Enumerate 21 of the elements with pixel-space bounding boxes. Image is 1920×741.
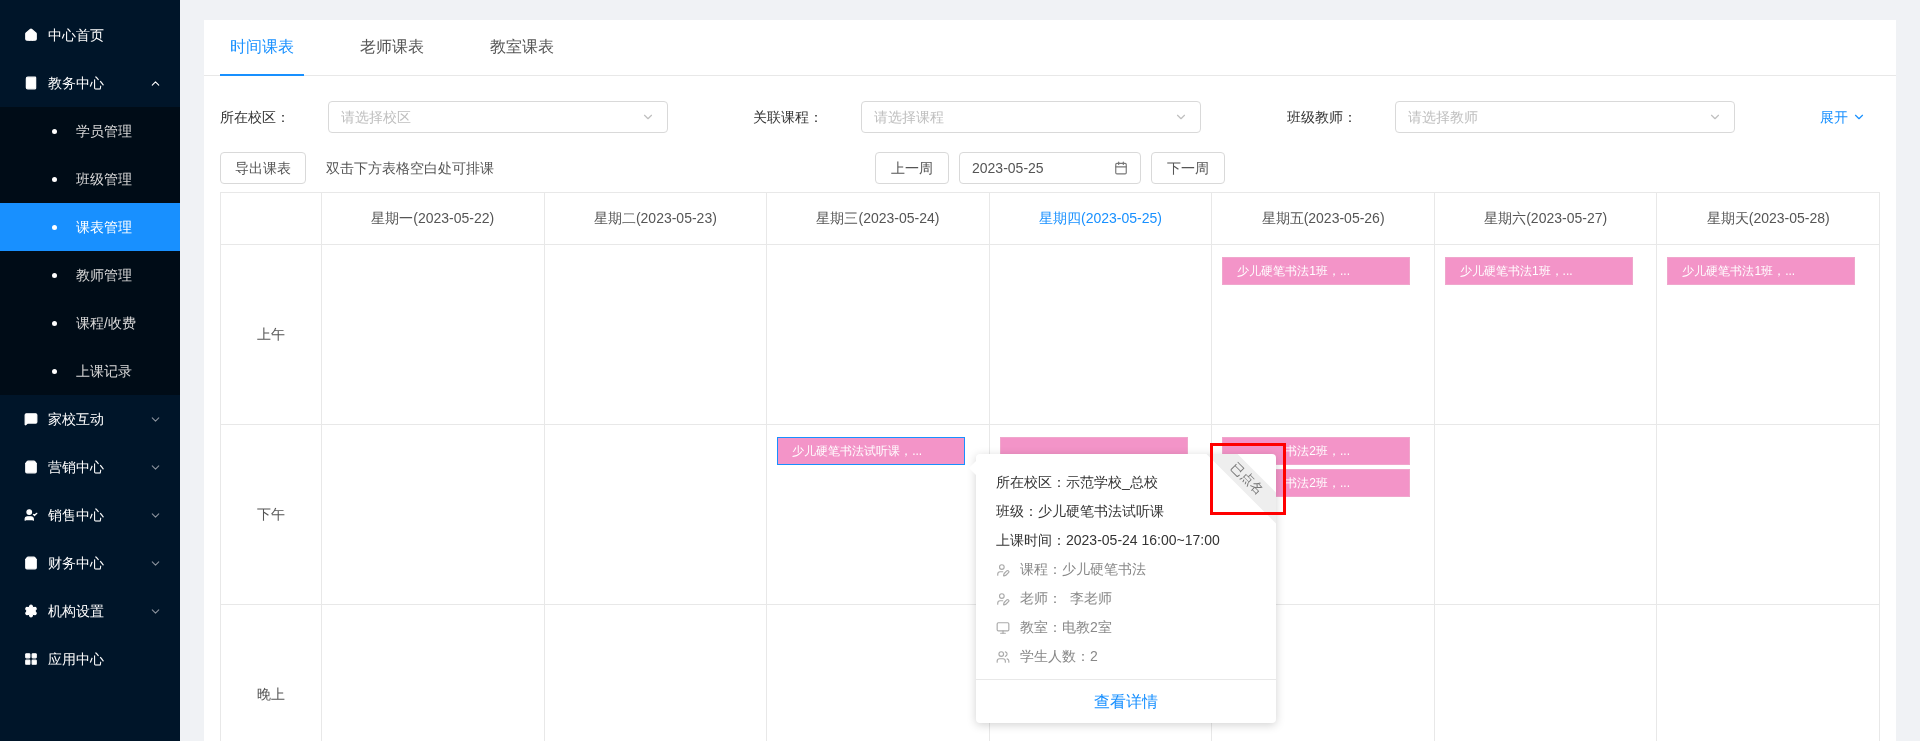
popover-text: 教室：电教2室	[1020, 618, 1112, 637]
popover-text: 老师： 李老师	[1020, 589, 1112, 608]
day-header: 星期二(2023-05-23)	[544, 193, 768, 245]
period-label: 上午	[221, 245, 322, 425]
hint-text: 双击下方表格空白处可排课	[326, 158, 494, 178]
day-header: 星期天(2023-05-28)	[1657, 193, 1881, 245]
popover-text: 所在校区：示范学校_总校	[996, 473, 1158, 492]
popover-text: 班级：少儿硬笔书法试听课	[996, 502, 1164, 521]
filter-label: 班级教师：	[1286, 107, 1358, 127]
day-header: 星期四(2023-05-25)	[989, 193, 1213, 245]
filter-label: 所在校区：	[220, 107, 291, 127]
period-label: 下午	[221, 425, 322, 605]
popover-text: 课程：少儿硬笔书法	[1020, 560, 1146, 579]
day-header: 星期一(2023-05-22)	[322, 193, 545, 245]
day-header: 星期三(2023-05-24)	[767, 193, 990, 245]
day-header: 星期五(2023-05-26)	[1212, 193, 1435, 245]
period-label: 晚上	[221, 605, 322, 741]
day-header: 星期六(2023-05-27)	[1434, 193, 1658, 245]
filter-label: 关联课程：	[753, 107, 825, 127]
attendance-ribbon: 已点名	[1206, 454, 1276, 524]
popover-text: 学生人数：2	[1020, 647, 1098, 666]
